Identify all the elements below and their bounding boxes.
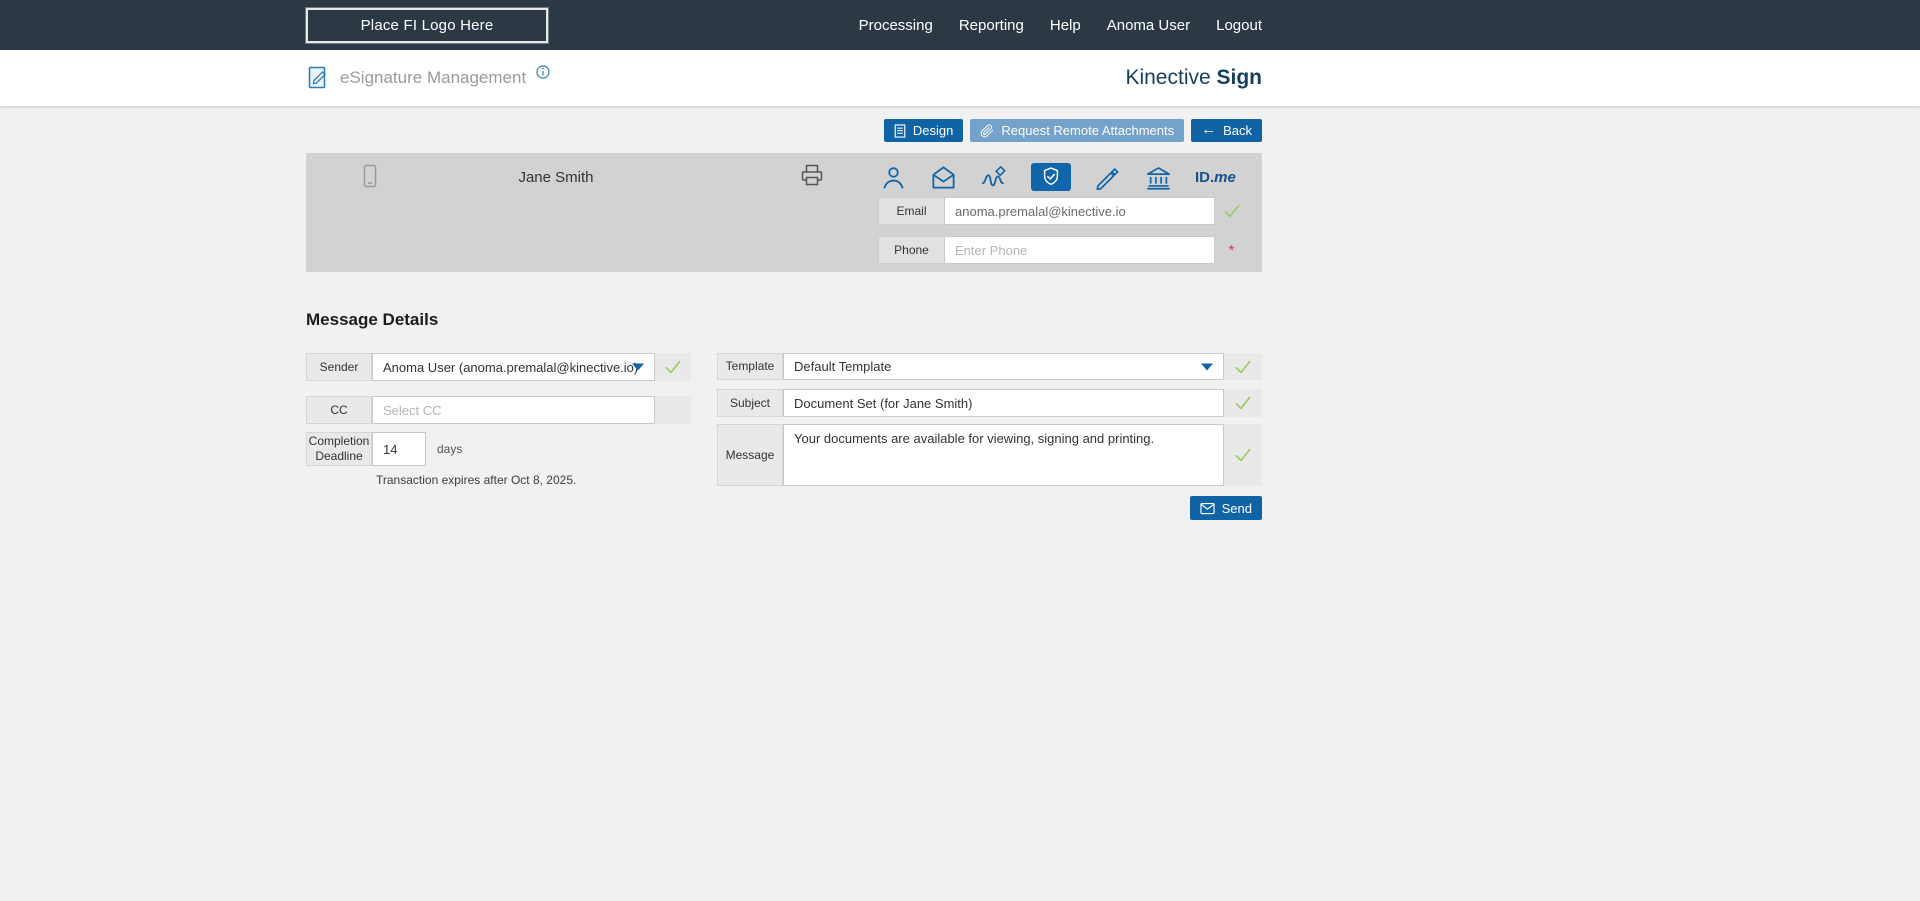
email-row: Email — [878, 197, 1248, 225]
recipient-contact-form: Email Phone * — [878, 197, 1248, 275]
back-arrow-icon: ← — [1201, 121, 1217, 138]
shield-check-icon[interactable] — [1031, 163, 1071, 191]
nav-reporting[interactable]: Reporting — [959, 17, 1024, 34]
esignature-doc-icon — [306, 65, 330, 91]
paperclip-icon — [980, 123, 994, 138]
back-button[interactable]: ← Back — [1191, 119, 1262, 142]
chevron-down-icon — [632, 363, 644, 371]
nav-logout[interactable]: Logout — [1216, 17, 1262, 34]
idme-logo-id: ID. — [1195, 168, 1215, 186]
idme-logo[interactable]: ID. me — [1195, 169, 1236, 186]
nav-help[interactable]: Help — [1050, 17, 1081, 34]
top-nav: Processing Reporting Help Anoma User Log… — [859, 17, 1262, 34]
subject-valid-check-icon — [1224, 389, 1262, 417]
message-details-heading: Message Details — [306, 310, 439, 329]
cc-label: CC — [306, 396, 372, 424]
recipient-panel: Jane Smith ID. me Email anoma.premalal@k… — [306, 153, 1262, 272]
deadline-unit-label: days — [437, 442, 463, 456]
phone-row: Phone * — [878, 236, 1248, 264]
back-button-label: Back — [1223, 123, 1252, 138]
phone-required-mark: * — [1215, 236, 1248, 264]
left-column: Sender Anoma User (anoma.premalal@kinect… — [306, 353, 691, 487]
action-toolbar: Design Request Remote Attachments ← Back — [306, 119, 1262, 142]
sender-label: Sender — [306, 353, 372, 381]
main-content: Design Request Remote Attachments ← Back… — [306, 106, 1262, 520]
subject-label: Subject — [717, 389, 783, 417]
cc-status-cell — [655, 396, 691, 424]
recipient-name: Jane Smith — [518, 169, 594, 186]
page-header: eSignature Management Kinective Sign — [0, 50, 1920, 106]
message-textarea[interactable]: Your documents are available for viewing… — [783, 424, 1224, 486]
template-row: Template Default Template — [717, 353, 1262, 380]
brand-regular: Kinective — [1125, 66, 1217, 89]
completion-deadline-input[interactable] — [372, 432, 426, 466]
phone-input[interactable] — [944, 236, 1215, 264]
email-label: Email — [878, 197, 944, 225]
fi-logo-placeholder: Place FI Logo Here — [306, 7, 548, 43]
person-icon[interactable] — [880, 164, 907, 191]
design-doc-icon — [894, 123, 906, 138]
delivery-method-row: ID. me — [880, 161, 1236, 193]
nav-processing[interactable]: Processing — [859, 17, 933, 34]
deadline-note: Transaction expires after Oct 8, 2025. — [376, 473, 577, 487]
sender-selected-value: Anoma User (anoma.premalal@kinective.io) — [383, 359, 639, 375]
required-asterisk: * — [1228, 241, 1235, 259]
envelope-open-icon[interactable] — [930, 164, 957, 191]
completion-deadline-label: Completion Deadline — [306, 432, 372, 466]
info-icon[interactable] — [535, 64, 551, 80]
right-column: Template Default Template Subject Docume… — [717, 353, 1262, 486]
sender-row: Sender Anoma User (anoma.premalal@kinect… — [306, 353, 691, 381]
cc-row: CC — [306, 396, 691, 424]
sender-select[interactable]: Anoma User (anoma.premalal@kinective.io) — [372, 353, 655, 381]
send-row: Send — [306, 496, 1262, 520]
subject-input[interactable] — [783, 389, 1224, 417]
topbar: Place FI Logo Here Processing Reporting … — [0, 0, 1920, 50]
send-button-label: Send — [1221, 500, 1252, 516]
message-details-form: Sender Anoma User (anoma.premalal@kinect… — [306, 353, 1262, 487]
nav-user-menu[interactable]: Anoma User — [1107, 17, 1190, 34]
template-label: Template — [717, 353, 783, 380]
design-button-label: Design — [912, 123, 954, 138]
phone-label: Phone — [878, 236, 944, 264]
printer-icon[interactable] — [800, 163, 824, 187]
template-valid-check-icon — [1224, 353, 1262, 380]
template-selected-value: Default Template — [794, 359, 892, 374]
bank-icon[interactable] — [1145, 164, 1172, 191]
cc-input[interactable] — [372, 396, 655, 424]
message-row: Message Your documents are available for… — [717, 424, 1262, 486]
chevron-down-icon — [1201, 363, 1213, 370]
mobile-device-icon — [360, 164, 380, 188]
email-valid-check-icon — [1215, 197, 1248, 225]
message-valid-check-icon — [1224, 424, 1262, 486]
request-remote-attachments-button[interactable]: Request Remote Attachments — [970, 119, 1185, 142]
page-title: eSignature Management — [340, 68, 527, 87]
sender-valid-check-icon — [655, 353, 691, 381]
request-remote-attachments-label: Request Remote Attachments — [1001, 123, 1175, 138]
brand-bold: Sign — [1216, 66, 1263, 89]
send-envelope-icon — [1200, 502, 1215, 515]
template-select[interactable]: Default Template — [783, 353, 1224, 380]
signature-icon[interactable] — [980, 164, 1008, 191]
email-input[interactable] — [944, 197, 1215, 225]
signature-pen-icon[interactable] — [1094, 164, 1122, 191]
message-label: Message — [717, 424, 783, 486]
idme-logo-me: me — [1214, 168, 1236, 186]
completion-deadline-row: Completion Deadline days — [306, 432, 691, 466]
send-button[interactable]: Send — [1189, 496, 1262, 520]
subject-row: Subject — [717, 389, 1262, 417]
design-button[interactable]: Design — [883, 119, 964, 142]
brand-logo: Kinective Sign — [1125, 66, 1262, 90]
